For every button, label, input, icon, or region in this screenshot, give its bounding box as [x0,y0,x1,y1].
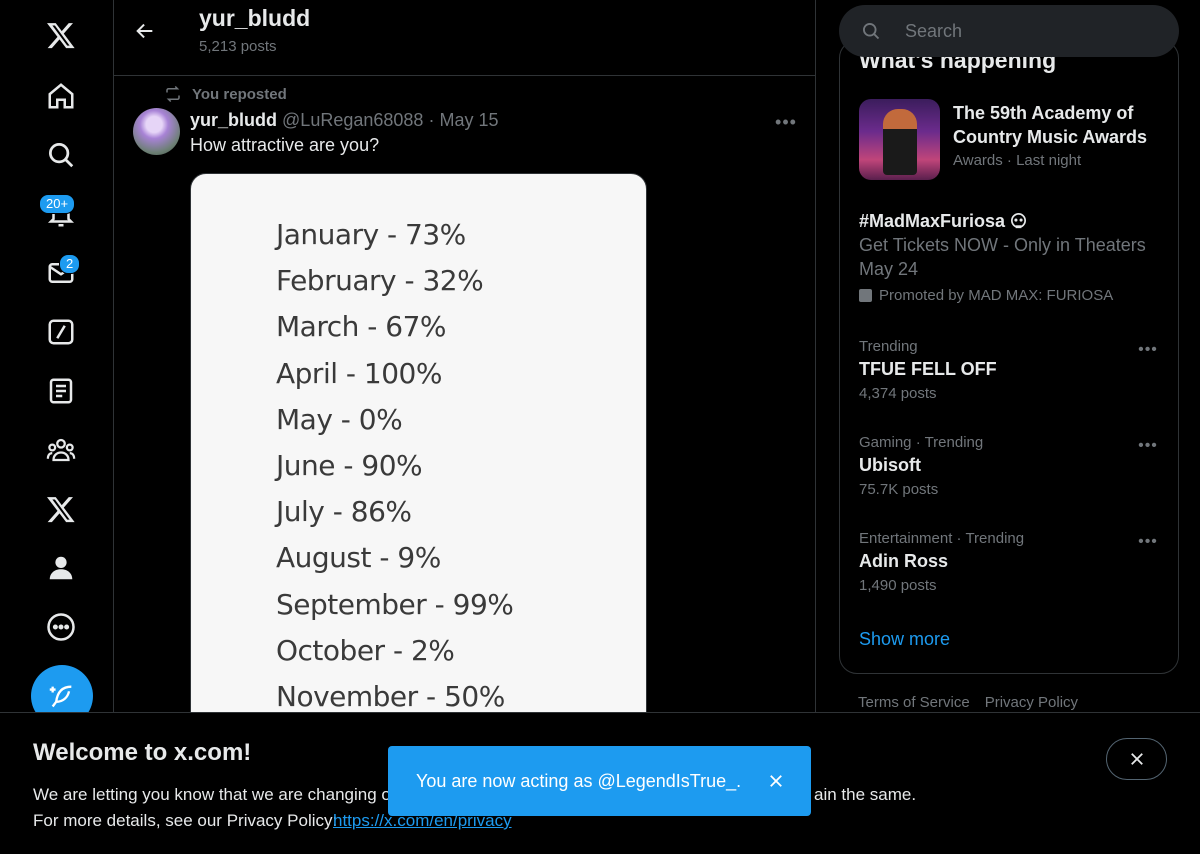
repost-label[interactable]: You reposted [192,86,287,103]
show-more-link[interactable]: Show more [859,629,950,650]
trend-title: TFUE FELL OFF [859,359,997,379]
whats-happening-panel: What's happening The 59th Academy of Cou… [839,40,1179,674]
profile-icon[interactable] [31,538,91,598]
x-logo-icon[interactable] [31,5,91,65]
tweet-header: yur_bludd @LuRegan68088 · May 15 [190,110,498,131]
trend-item[interactable]: Entertainment · Trending Adin Ross 1,490… [859,529,1164,599]
premium-icon[interactable] [31,479,91,539]
more-icon[interactable] [31,597,91,657]
trend-item[interactable]: Gaming · Trending Ubisoft 75.7K posts [859,433,1164,503]
image-line: May - 0% [276,402,403,436]
search-icon [863,23,880,40]
trend-count: 1,490 posts [859,577,937,594]
tweet-image[interactable]: January - 73% February - 32% March - 67%… [190,173,647,773]
lists-icon[interactable] [31,361,91,421]
tweet-author-handle[interactable]: @LuRegan68088 [282,110,423,130]
arrow-left-icon [136,23,153,39]
back-button[interactable] [128,14,162,48]
promoted-by-line: Promoted by MAD MAX: FURIOSA [859,287,1164,304]
trend-count: 75.7K posts [859,481,939,498]
search-icon[interactable] [31,125,91,185]
image-line: October - 2% [276,633,455,667]
tweet-author-name[interactable]: yur_bludd [190,110,277,130]
trend-more-icon[interactable]: ••• [1136,437,1160,457]
trend-title: Ubisoft [859,455,921,475]
banner-close-button[interactable] [1106,738,1167,780]
event-meta: Awards · Last night [953,152,1082,169]
trend-count: 4,374 posts [859,385,937,402]
event-thumbnail[interactable] [859,99,940,180]
event-title[interactable]: The 59th Academy of Country Music Awards [953,101,1163,149]
image-line: June - 90% [276,448,423,482]
communities-icon[interactable] [31,420,91,480]
profile-name: yur_bludd [199,5,311,31]
trend-meta: Gaming · Trending [859,434,984,451]
skull-emoji-icon [1011,212,1027,228]
avatar[interactable] [133,108,180,155]
toast-close-button[interactable] [764,769,788,793]
compose-icon [49,685,72,708]
notifications-icon[interactable]: 20+ [31,184,91,244]
image-line: July - 86% [276,495,412,529]
image-line: August - 9% [276,541,441,575]
close-icon [1130,753,1143,765]
trend-meta: Trending [859,338,918,355]
search-input[interactable] [905,20,1155,42]
banner-title: Welcome to x.com! [33,739,252,766]
image-line: March - 67% [276,310,447,344]
promoted-trend-description: Get Tickets NOW - Only in Theaters May 2… [859,235,1146,279]
promoted-by-label: Promoted by MAD MAX: FURIOSA [879,287,1114,304]
privacy-link[interactable]: Privacy Policy [985,694,1078,711]
banner-line-1-tail: ain the same. [814,785,917,804]
promoted-trend[interactable]: #MadMaxFuriosa Get Tickets NOW - Only in… [859,209,1164,304]
home-icon[interactable] [31,66,91,126]
image-month-list: January - 73% February - 32% March - 67%… [276,212,514,720]
terms-link[interactable]: Terms of Service [858,694,970,711]
trend-title: Adin Ross [859,551,949,571]
repost-icon [166,85,180,103]
profile-post-count: 5,213 posts [199,38,277,55]
image-line: February - 32% [276,264,484,298]
close-icon [770,775,782,787]
trend-item[interactable]: Trending TFUE FELL OFF 4,374 posts [859,337,1164,407]
search-bar[interactable] [839,5,1179,57]
image-line: January - 73% [276,218,466,251]
tweet-separator: · [428,110,435,130]
tweet-text: How attractive are you? [190,135,380,155]
grok-icon[interactable] [31,302,91,362]
trend-more-icon[interactable]: ••• [1136,533,1160,553]
tweet-date[interactable]: May 15 [439,110,498,130]
toast-message: You are now acting as @LegendIsTrue_. [416,770,742,791]
image-line: April - 100% [276,356,442,390]
profile-header: yur_bludd 5,213 posts [114,0,815,76]
trend-more-icon[interactable]: ••• [1136,341,1160,361]
tweet-more-icon[interactable]: ••• [774,110,798,134]
promoted-trend-title: #MadMaxFuriosa [859,211,1006,231]
image-line: September - 99% [276,587,514,621]
trend-meta: Entertainment · Trending [859,530,1025,547]
footer-links: Terms of Service Privacy Policy [858,694,1078,711]
messages-badge: 2 [59,254,81,274]
account-switch-toast: You are now acting as @LegendIsTrue_. [388,746,811,816]
repost-indicator: You reposted [164,85,287,103]
messages-icon[interactable]: 2 [31,243,91,303]
notifications-badge: 20+ [39,194,76,214]
promoted-icon [859,289,872,302]
